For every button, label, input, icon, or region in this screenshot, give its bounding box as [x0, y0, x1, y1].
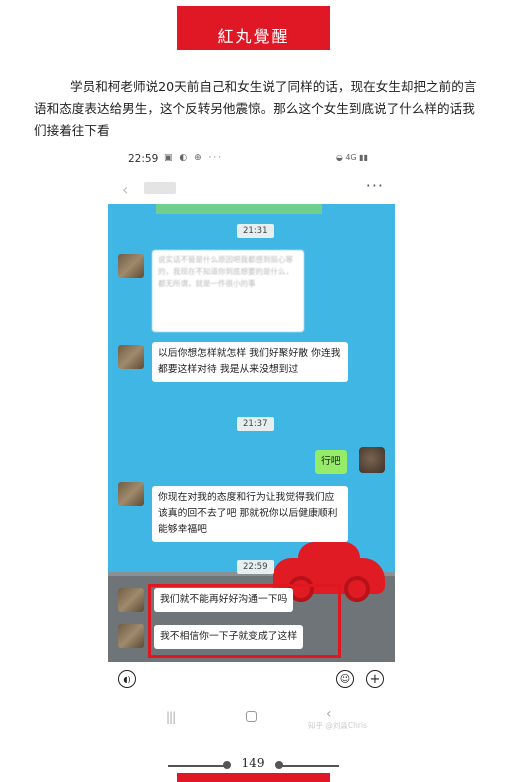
car-wheel-back	[344, 576, 370, 602]
page-number: 149	[241, 756, 265, 770]
input-bar: ◖) ☺ +	[108, 664, 398, 696]
emoji-icon[interactable]: ☺	[336, 670, 354, 688]
contact-avatar[interactable]	[118, 254, 144, 278]
footer-red-bar	[177, 773, 330, 782]
back-arrow-icon[interactable]: ‹	[122, 180, 128, 199]
phone-screenshot: 22:59 ▣ ◐ ⊕ ··· ◒ 4G ▮▮ ‹ *** ··· 21:31 …	[108, 148, 398, 748]
footer-rule-right	[281, 765, 339, 767]
recent-apps-icon[interactable]: |||	[166, 710, 176, 724]
article-paragraph: 学员和柯老师说20天前自己和女生说了同样的话，现在女生却把之前的言语和态度表达给…	[34, 79, 477, 138]
system-nav-bar: ||| ‹ 知乎 @刘淼Chris	[108, 704, 398, 734]
timestamp-chip: 22:59	[237, 560, 274, 574]
message-bubble[interactable]: 你现在对我的态度和行为让我觉得我们应该真的回不去了吧 那就祝你以后健康顺利 能够…	[152, 486, 348, 542]
red-highlight-box	[148, 584, 341, 658]
chapter-title: 紅丸覺醒	[217, 27, 290, 46]
chat-header: ‹ *** ···	[108, 174, 398, 204]
network-type: 4G	[345, 153, 357, 162]
watermark: 知乎 @刘淼Chris	[308, 721, 367, 730]
contact-avatar[interactable]	[118, 624, 144, 648]
my-message-bubble[interactable]: 行吧	[315, 450, 347, 474]
plus-icon[interactable]: +	[366, 670, 384, 688]
footer-rule-left	[168, 765, 226, 767]
chapter-title-banner: 紅丸覺醒	[177, 6, 330, 50]
my-avatar[interactable]	[359, 447, 385, 473]
message-bubble[interactable]: 以后你想怎样就怎样 我们好聚好散 你连我都要这样对待 我是从来没想到过	[152, 342, 348, 382]
more-icon[interactable]: ···	[366, 176, 384, 195]
message-bubble-blurred[interactable]: 说实话不管是什么原因吧我都感到挺心寒的，我现在不知道你到底想要的是什么，都无所谓…	[152, 250, 304, 332]
contact-avatar[interactable]	[118, 345, 144, 369]
timestamp-chip: 21:37	[237, 417, 274, 431]
status-time: 22:59	[128, 153, 159, 165]
chat-area[interactable]: 21:31 说实话不管是什么原因吧我都感到挺心寒的，我现在不知道你到底想要的是什…	[108, 204, 395, 662]
contact-avatar[interactable]	[118, 482, 144, 506]
voice-icon[interactable]: ◖)	[118, 670, 136, 688]
status-bar: 22:59 ▣ ◐ ⊕ ··· ◒ 4G ▮▮	[108, 148, 398, 170]
signal-icon: ◒ 4G ▮▮	[335, 153, 368, 162]
timestamp-chip: 21:31	[237, 224, 274, 238]
footer-dot-left	[223, 761, 231, 769]
contact-name: ***	[144, 182, 176, 194]
contact-avatar[interactable]	[118, 588, 144, 612]
notification-icons: ▣ ◐ ⊕ ···	[164, 153, 224, 163]
pinned-bar	[156, 204, 322, 214]
home-icon[interactable]	[246, 711, 257, 722]
